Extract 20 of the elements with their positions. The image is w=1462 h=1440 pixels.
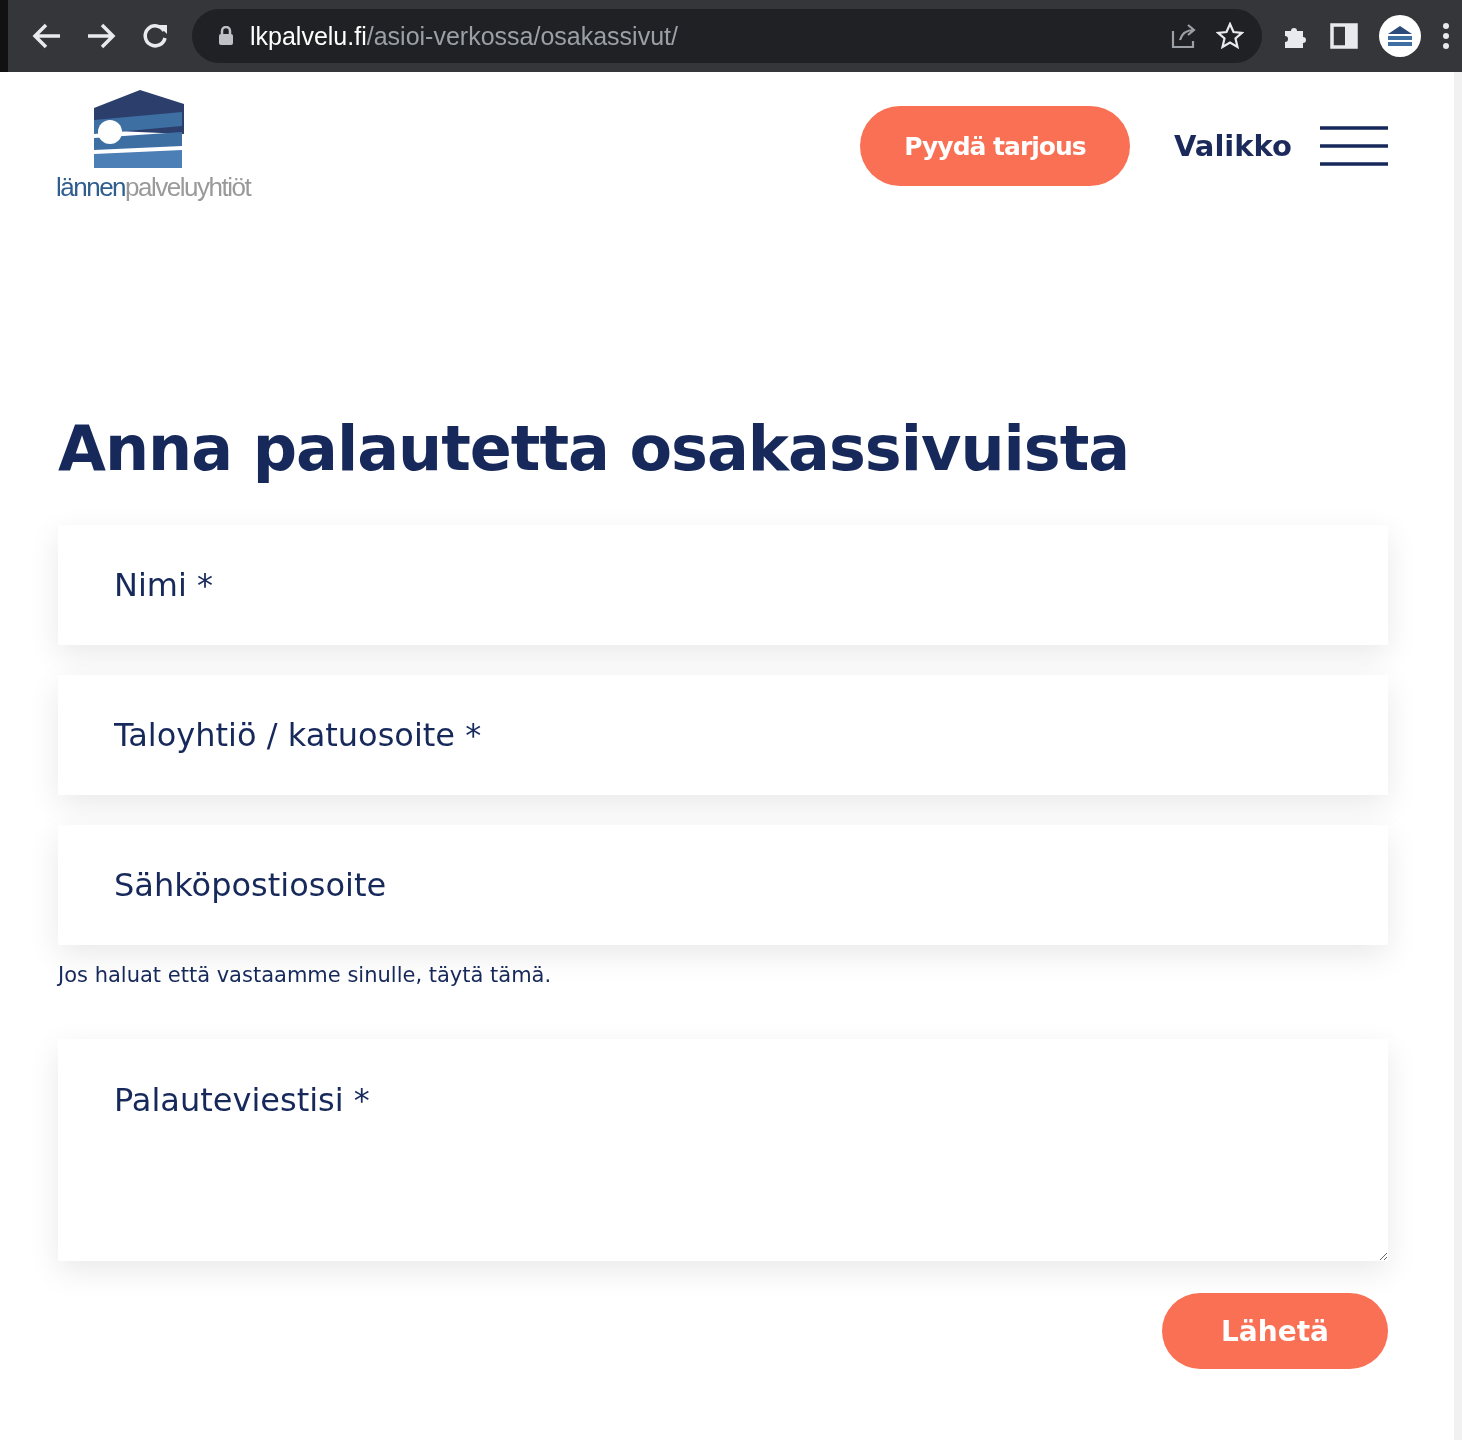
input-field[interactable]: Taloyhtiö / katuosoite *	[58, 675, 1388, 795]
input-field[interactable]: Nimi *	[58, 525, 1388, 645]
address-bar[interactable]: lkpalvelu.fi/asioi-verkossa/osakassivut/	[192, 9, 1262, 63]
page-heading: Anna palautetta osakassivuista	[58, 412, 1131, 485]
forward-icon[interactable]	[86, 23, 116, 49]
logo-text[interactable]: lännenpalveluyhtiöt	[56, 171, 251, 203]
profile-avatar-icon[interactable]	[1378, 14, 1422, 58]
lock-icon	[218, 26, 234, 46]
star-icon[interactable]	[1216, 22, 1244, 50]
more-icon[interactable]	[1442, 22, 1450, 50]
url-text: lkpalvelu.fi/asioi-verkossa/osakassivut/	[250, 21, 679, 51]
building-logo-icon[interactable]	[92, 89, 186, 170]
side-panel-icon[interactable]	[1330, 23, 1358, 49]
message-field[interactable]: Palauteviestisi *	[58, 1039, 1388, 1261]
reload-icon[interactable]	[141, 22, 169, 50]
help-text: Jos haluat että vastaamme sinulle, täytä tämä.	[58, 963, 553, 987]
input-field[interactable]: Sähköpostiosoite	[58, 825, 1388, 945]
back-icon[interactable]	[32, 23, 62, 49]
menu-icon[interactable]	[1320, 126, 1388, 166]
menu-label[interactable]: Valikko	[1173, 129, 1292, 163]
